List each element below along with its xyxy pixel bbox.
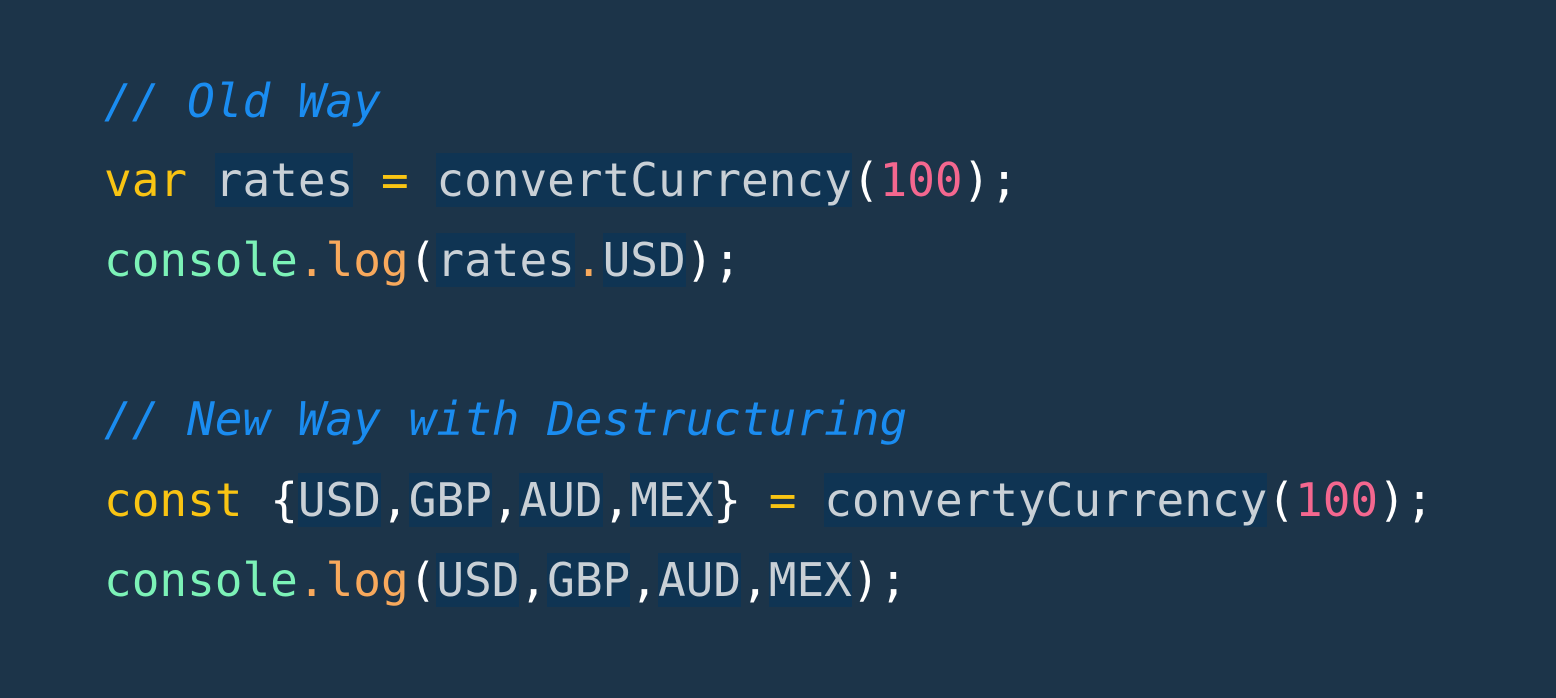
method-log: log xyxy=(325,553,409,607)
identifier-mex: MEX xyxy=(630,473,714,527)
code-line-4: console.log(USD,GBP,AUD,MEX); xyxy=(104,540,907,620)
paren-open: ( xyxy=(1267,473,1295,527)
identifier-mex: MEX xyxy=(768,553,852,607)
identifier-gbp: GBP xyxy=(408,473,492,527)
comment-old-way: // Old Way xyxy=(104,74,381,128)
function-convert-currency: convertCurrency xyxy=(436,153,852,207)
paren-open: ( xyxy=(408,553,437,607)
paren-close-semicolon: ); xyxy=(851,553,908,607)
operator-assign: = xyxy=(380,153,409,207)
comma: , xyxy=(630,553,658,607)
member-dot: . xyxy=(297,553,326,607)
brace-open: { xyxy=(270,473,298,527)
number-literal: 100 xyxy=(1295,473,1379,527)
paren-close-semicolon: ); xyxy=(962,153,1018,207)
identifier-usd: USD xyxy=(602,233,686,287)
comment-new-way: // New Way with Destructuring xyxy=(104,392,908,446)
number-literal: 100 xyxy=(879,153,963,207)
object-console: console xyxy=(104,553,298,607)
function-converty-currency: convertyCurrency xyxy=(824,473,1268,527)
comma: , xyxy=(491,473,520,527)
identifier-aud: AUD xyxy=(657,553,742,607)
identifier-aud: AUD xyxy=(519,473,603,527)
code-line-1: var rates = convertCurrency(100); xyxy=(104,140,1018,220)
brace-close: } xyxy=(713,473,742,527)
paren-open: ( xyxy=(408,233,437,287)
paren-open: ( xyxy=(851,153,880,207)
comma: , xyxy=(741,553,769,607)
comma: , xyxy=(602,473,631,527)
keyword-var: var xyxy=(104,153,188,207)
member-dot: . xyxy=(297,233,326,287)
code-line-3: const {USD,GBP,AUD,MEX} = convertyCurren… xyxy=(104,460,1433,540)
identifier-rates: rates xyxy=(214,153,354,207)
comma: , xyxy=(380,473,409,527)
comma: , xyxy=(519,553,548,607)
object-console: console xyxy=(104,233,298,287)
member-dot: . xyxy=(574,233,603,287)
identifier-rates: rates xyxy=(436,233,575,287)
code-line-2: console.log(rates.USD); xyxy=(104,220,741,300)
identifier-usd: USD xyxy=(436,553,520,607)
keyword-const: const xyxy=(104,473,243,527)
identifier-usd: USD xyxy=(297,473,381,527)
code-editor: // Old Way var rates = convertCurrency(1… xyxy=(0,0,1556,698)
operator-assign: = xyxy=(768,473,797,527)
paren-close-semicolon: ); xyxy=(685,233,742,287)
paren-close-semicolon: ); xyxy=(1378,473,1434,527)
identifier-gbp: GBP xyxy=(547,553,631,607)
method-log: log xyxy=(325,233,409,287)
